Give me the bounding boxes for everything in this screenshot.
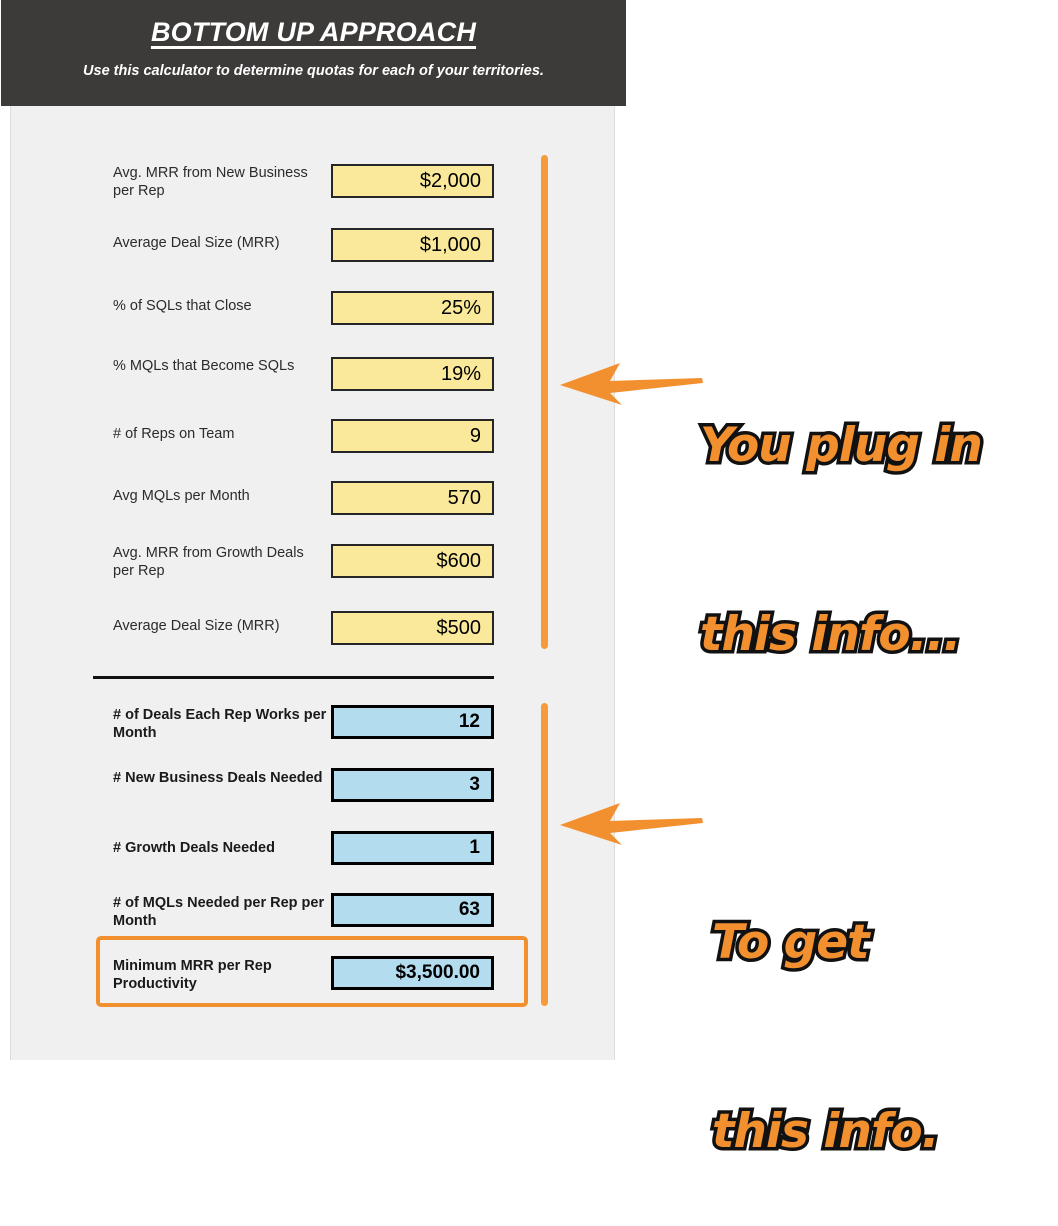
output-value-deals-per-rep-per-month: 12 xyxy=(331,705,494,739)
output-value-mqls-needed-per-rep: 63 xyxy=(331,893,494,927)
input-field-reps-on-team[interactable]: 9 xyxy=(331,419,494,453)
output-label: # Growth Deals Needed xyxy=(113,840,275,856)
input-field-avg-mqls-per-month[interactable]: 570 xyxy=(331,481,494,515)
input-label: # of Reps on Team xyxy=(113,426,235,442)
input-field-avg-mrr-growth-deals[interactable]: $600 xyxy=(331,544,494,578)
output-label: # New Business Deals Needed xyxy=(113,770,323,786)
input-label: Avg MQLs per Month xyxy=(113,488,250,504)
input-field-pct-mqls-become-sqls[interactable]: 19% xyxy=(331,357,494,391)
callout-inputs: You plug in this info... xyxy=(697,288,987,729)
callout-inputs-line1: You plug in xyxy=(697,415,987,477)
output-value-growth-deals-needed: 1 xyxy=(331,831,494,865)
output-label: # of Deals Each Rep Works per Month xyxy=(113,707,327,741)
calculator-panel: BOTTOM UP APPROACH Use this calculator t… xyxy=(1,0,626,1060)
section-divider xyxy=(93,676,494,679)
key-result-highlight-box xyxy=(96,936,528,1007)
input-label: % of SQLs that Close xyxy=(113,298,252,314)
input-section-bracket-bar xyxy=(541,155,548,649)
page-subtitle: Use this calculator to determine quotas … xyxy=(83,63,544,79)
output-section-bracket-bar xyxy=(541,703,548,1006)
callout-outputs: To get this info. xyxy=(709,785,944,1226)
callout-outputs-line1: To get xyxy=(709,912,874,974)
panel-header: BOTTOM UP APPROACH Use this calculator t… xyxy=(1,0,626,106)
arrow-left-icon-outputs xyxy=(558,800,704,846)
input-field-avg-deal-size-new[interactable]: $1,000 xyxy=(331,228,494,262)
input-label: % MQLs that Become SQLs xyxy=(113,358,295,374)
page-title: BOTTOM UP APPROACH xyxy=(150,17,477,47)
output-value-new-business-deals-needed: 3 xyxy=(331,768,494,802)
callout-inputs-line2: this info... xyxy=(697,604,965,666)
input-label: Avg. MRR from Growth Deals per Rep xyxy=(113,545,304,579)
input-field-avg-mrr-new-business[interactable]: $2,000 xyxy=(331,164,494,198)
input-label: Avg. MRR from New Business per Rep xyxy=(113,165,308,199)
input-field-pct-sqls-close[interactable]: 25% xyxy=(331,291,494,325)
callout-outputs-line2: this info. xyxy=(709,1101,944,1163)
output-label: # of MQLs Needed per Rep per Month xyxy=(113,895,325,929)
input-field-avg-deal-size-growth[interactable]: $500 xyxy=(331,611,494,645)
input-label: Average Deal Size (MRR) xyxy=(113,235,280,251)
arrow-left-icon-inputs xyxy=(558,360,704,406)
input-label: Average Deal Size (MRR) xyxy=(113,618,280,634)
